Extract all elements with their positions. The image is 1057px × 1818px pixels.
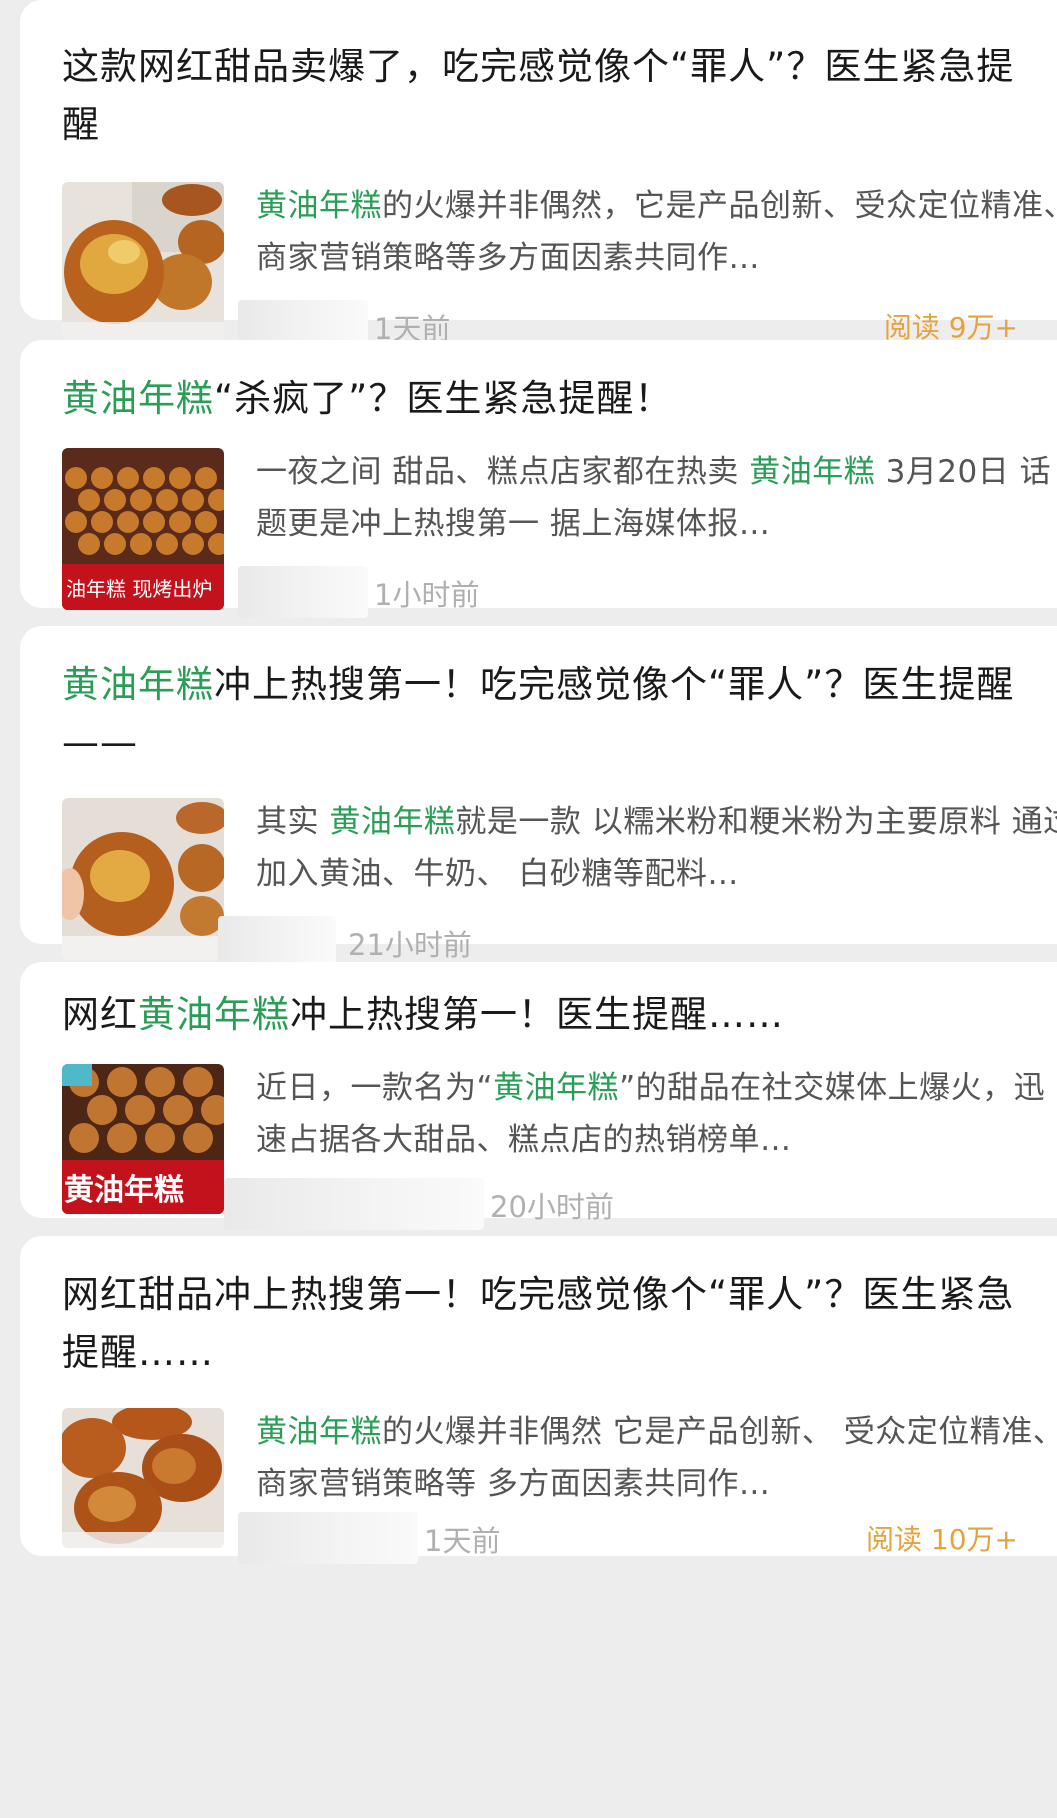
- article-card[interactable]: 网红黄油年糕冲上热搜第一！医生提醒…… 黄油年糕 近日，一款名为“黄油年糕”的甜…: [20, 962, 1057, 1230]
- source-name-blurred: [218, 916, 336, 968]
- source-name-blurred: [238, 1512, 418, 1564]
- article-meta: 1天前 阅读 10万+: [238, 1512, 1057, 1564]
- article-body: 油年糕 现烤出炉 一夜之间 甜品、糕点店家都在热卖 黄油年糕 3月20日 话题更…: [62, 448, 1057, 618]
- publish-time: 1小时前: [374, 578, 480, 612]
- thumbnail-graphic: 黄油年糕: [62, 1064, 224, 1214]
- thumbnail-graphic: [62, 182, 224, 344]
- publish-time: 21小时前: [348, 928, 472, 962]
- keyword-highlight: 黄油年糕: [138, 993, 290, 1036]
- article-title[interactable]: 黄油年糕冲上热搜第一！吃完感觉像个“罪人”？医生提醒——: [62, 656, 1032, 772]
- keyword-highlight: 黄油年糕: [329, 804, 456, 840]
- source-name-blurred: [238, 566, 368, 618]
- article-card[interactable]: 网红甜品冲上热搜第一！吃完感觉像个“罪人”？医生紧急提醒…… 黄油年糕的火爆并非…: [20, 1236, 1057, 1564]
- keyword-highlight: 黄油年糕: [493, 1070, 620, 1106]
- article-card[interactable]: 黄油年糕冲上热搜第一！吃完感觉像个“罪人”？医生提醒—— 其实 黄油年糕就是一款…: [20, 626, 1057, 968]
- article-body: 黄油年糕 近日，一款名为“黄油年糕”的甜品在社交媒体上爆火，迅速占据各大甜品、糕…: [62, 1064, 1057, 1234]
- article-summary: 黄油年糕的火爆并非偶然 它是产品创新、 受众定位精准、商家营销策略等 多方面因素…: [256, 1414, 1057, 1502]
- article-body: 其实 黄油年糕就是一款 以糯米粉和粳米粉为主要原料 通过加入黄油、牛奶、 白砂糖…: [62, 798, 1057, 968]
- keyword-highlight: 黄油年糕: [256, 1414, 382, 1450]
- article-body: 黄油年糕的火爆并非偶然 它是产品创新、 受众定位精准、商家营销策略等 多方面因素…: [62, 1408, 1057, 1578]
- article-body: 黄油年糕的火爆并非偶然，它是产品创新、受众定位精准、商家营销策略等多方面因素共同…: [62, 182, 1057, 352]
- thumbnail-graphic: [62, 1408, 224, 1548]
- news-feed: 这款网红甜品卖爆了，吃完感觉像个“罪人”？医生紧急提醒 黄油年糕的火爆并非偶然，…: [0, 0, 1057, 1818]
- bakery-display-image[interactable]: 油年糕 现烤出炉: [62, 448, 224, 610]
- article-meta: 1小时前: [238, 566, 1057, 618]
- article-summary: 黄油年糕的火爆并非偶然，它是产品创新、受众定位精准、商家营销策略等多方面因素共同…: [256, 188, 1057, 276]
- article-card[interactable]: 这款网红甜品卖爆了，吃完感觉像个“罪人”？医生紧急提醒 黄油年糕的火爆并非偶然，…: [20, 0, 1057, 352]
- article-title[interactable]: 黄油年糕“杀疯了”？医生紧急提醒！: [62, 370, 1032, 428]
- keyword-highlight: 黄油年糕: [62, 377, 214, 420]
- article-title[interactable]: 网红甜品冲上热搜第一！吃完感觉像个“罪人”？医生紧急提醒……: [62, 1266, 1032, 1382]
- read-count: 阅读 10万+: [866, 1523, 1018, 1556]
- svg-text:油年糕 现烤出炉: 油年糕 现烤出炉: [66, 577, 212, 601]
- source-name-blurred: [224, 1178, 484, 1230]
- keyword-highlight: 黄油年糕: [256, 188, 382, 224]
- publish-time: 20小时前: [490, 1190, 614, 1224]
- article-summary: 近日，一款名为“黄油年糕”的甜品在社交媒体上爆火，迅速占据各大甜品、糕点店的热销…: [256, 1070, 1046, 1158]
- thumbnail-graphic: [62, 798, 224, 960]
- shop-sign-image[interactable]: 黄油年糕: [62, 1064, 224, 1214]
- article-meta: 21小时前: [218, 916, 1057, 968]
- article-title[interactable]: 网红黄油年糕冲上热搜第一！医生提醒……: [62, 986, 1032, 1044]
- baked-cakes-closeup-image[interactable]: [62, 1408, 224, 1548]
- keyword-highlight: 黄油年糕: [749, 454, 876, 490]
- title-text: 这款网红甜品卖爆了，吃完感觉像个“罪人”？医生紧急提醒: [62, 45, 1015, 146]
- svg-text:黄油年糕: 黄油年糕: [64, 1173, 184, 1208]
- article-summary: 其实 黄油年糕就是一款 以糯米粉和粳米粉为主要原料 通过加入黄油、牛奶、 白砂糖…: [256, 804, 1057, 892]
- butter-mochi-cakes-image[interactable]: [62, 182, 224, 344]
- article-card[interactable]: 黄油年糕“杀疯了”？医生紧急提醒！ 油年糕 现烤出炉 一夜之间 甜品、糕点店家都…: [20, 340, 1057, 618]
- article-meta: 20小时前: [224, 1178, 1057, 1230]
- publish-time: 1天前: [424, 1524, 501, 1558]
- keyword-highlight: 黄油年糕: [62, 663, 214, 706]
- article-title[interactable]: 这款网红甜品卖爆了，吃完感觉像个“罪人”？医生紧急提醒: [62, 38, 1032, 154]
- hand-holding-cake-image[interactable]: [62, 798, 224, 960]
- article-summary: 一夜之间 甜品、糕点店家都在热卖 黄油年糕 3月20日 话题更是冲上热搜第一 据…: [256, 454, 1052, 542]
- thumbnail-graphic: 油年糕 现烤出炉: [62, 448, 224, 610]
